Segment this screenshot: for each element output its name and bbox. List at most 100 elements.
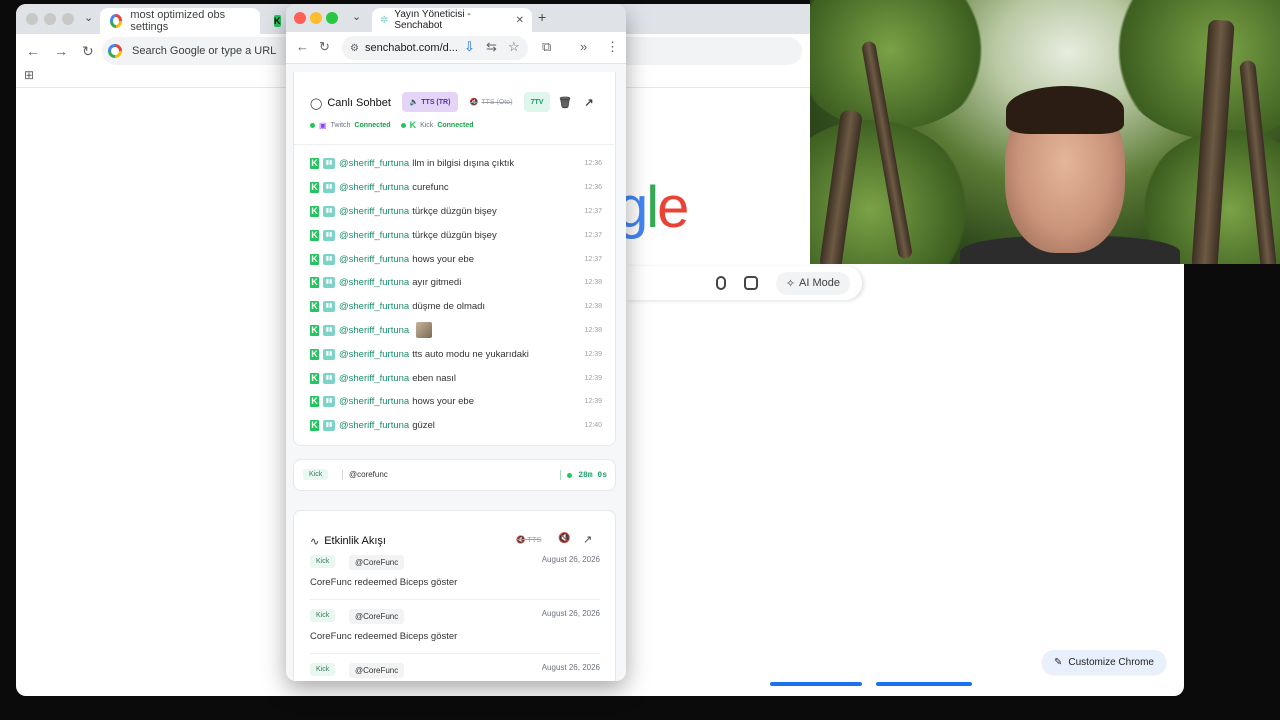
connection-status-row: ▣ Twitch Connected K Kick Connected — [310, 120, 473, 130]
speaker-muted-icon: 🔇 — [469, 99, 479, 106]
chat-username[interactable]: @sheriff_furtuna — [339, 182, 409, 193]
subscriber-badge-icon: ▮▮ — [323, 348, 335, 360]
senchabot-popup-window: ⌄ ✲ Yayın Yöneticisi - Senchabot ✕ + ← ↻… — [286, 4, 626, 681]
browser-menu-icon[interactable]: ⋮ — [606, 39, 619, 55]
microphone-icon[interactable] — [715, 276, 726, 290]
chat-timestamp: 12:40 — [584, 422, 602, 430]
chat-username[interactable]: @sheriff_furtuna — [339, 349, 409, 360]
chat-timestamp: 12:39 — [584, 374, 602, 382]
pencil-icon: ✎ — [1054, 656, 1063, 668]
ai-mode-button[interactable]: ✧ AI Mode — [775, 271, 850, 295]
bookmark-star-icon[interactable]: ☆ — [508, 39, 520, 55]
popup-content: ◯ Canlı Sohbet 🔈 TTS (TR) 🔇 TTS (Oto) 7T… — [286, 64, 626, 681]
tab-senchabot[interactable]: ✲ Yayın Yöneticisi - Senchabot ✕ — [372, 8, 532, 32]
chat-timestamp: 12:36 — [584, 184, 602, 192]
maximize-window-button[interactable] — [326, 12, 338, 24]
chat-username[interactable]: @sheriff_furtuna — [339, 254, 409, 265]
maximize-window-button[interactable] — [62, 13, 74, 25]
minimize-window-button[interactable] — [44, 13, 56, 25]
external-link-icon[interactable]: ↗ — [583, 533, 592, 546]
back-icon[interactable]: ← — [26, 43, 40, 59]
chat-username[interactable]: @sheriff_furtuna — [339, 420, 409, 431]
chat-title: Canlı Sohbet — [327, 97, 391, 109]
trash-icon[interactable]: 🗑 — [558, 92, 572, 112]
platform-tag: Kick — [310, 663, 336, 676]
event-tts-label: TTS — [527, 535, 542, 544]
chat-username[interactable]: @sheriff_furtuna — [339, 325, 409, 336]
site-settings-icon[interactable]: ⚙ — [350, 43, 359, 54]
chat-message-list: K ▮▮ @sheriff_furtuna llm in bilgisi dışına… — [310, 152, 602, 438]
live-chat-card: ◯ Canlı Sohbet 🔈 TTS (TR) 🔇 TTS (Oto) 7T… — [293, 72, 616, 446]
chat-username[interactable]: @sheriff_furtuna — [339, 301, 409, 312]
popup-toolbar: ← ↻ ⚙ senchabot.com/d... ⇩ ⇆ ☆ ⧉ » ⋮ — [286, 32, 626, 64]
chat-username[interactable]: @sheriff_furtuna — [339, 396, 409, 407]
back-icon[interactable]: ← — [296, 39, 309, 54]
extensions-puzzle-icon[interactable]: ⧉ — [542, 39, 551, 55]
user-tag: @CoreFunc — [349, 609, 405, 624]
close-window-button[interactable] — [26, 13, 38, 25]
mute-speaker-icon[interactable]: 🔇 — [558, 533, 570, 544]
event-tts-toggle[interactable]: 🔇 TTS — [516, 535, 541, 544]
tab-search-chevron-icon[interactable]: ⌄ — [352, 10, 361, 23]
chat-text: hows your ebe — [412, 253, 474, 265]
event-date: August 26, 2026 — [541, 555, 600, 564]
subscriber-badge-icon: ▮▮ — [323, 277, 335, 289]
kick-platform-icon: K — [310, 182, 319, 194]
forward-icon[interactable]: → — [54, 43, 68, 59]
google-search-box[interactable]: ✧ AI Mode — [626, 266, 862, 300]
tab-search-chevron-icon[interactable]: ⌄ — [84, 11, 93, 24]
chat-timestamp: 12:39 — [584, 350, 602, 358]
install-app-icon[interactable]: ⇩ — [464, 39, 475, 55]
kick-icon: K — [409, 120, 417, 130]
chat-username[interactable]: @sheriff_furtuna — [339, 158, 409, 169]
close-window-button[interactable] — [294, 12, 306, 24]
chat-username[interactable]: @sheriff_furtuna — [339, 277, 409, 288]
google-favicon-icon — [110, 14, 123, 28]
shortcut-bar — [770, 682, 862, 686]
close-tab-icon[interactable]: ✕ — [516, 15, 524, 26]
chat-username[interactable]: @sheriff_furtuna — [339, 230, 409, 241]
status-dot — [400, 122, 406, 128]
chat-message: K ▮▮ @sheriff_furtuna türkçe düzgün bişey 12… — [310, 200, 602, 224]
separator — [342, 470, 343, 480]
platform-name: Twitch — [330, 121, 351, 129]
chat-message: K ▮▮ @sheriff_furtuna eben nasıl 12:39 — [310, 366, 602, 390]
reload-icon[interactable]: ↻ — [319, 39, 330, 55]
apps-grid-icon[interactable]: ⊞ — [24, 68, 34, 82]
chat-timestamp: 12:36 — [584, 160, 602, 168]
minimize-window-button[interactable] — [310, 12, 322, 24]
chat-text: eben nasıl — [412, 372, 457, 384]
chat-timestamp: 12:38 — [584, 326, 602, 334]
ai-mode-label: AI Mode — [799, 277, 840, 289]
platform-tag: Kick — [310, 609, 336, 622]
chat-username[interactable]: @sheriff_furtuna — [339, 373, 409, 384]
tts-tr-toggle[interactable]: 🔈 TTS (TR) — [402, 92, 458, 112]
chat-text: ayır gitmedi — [412, 277, 462, 289]
kick-favicon-icon: K — [274, 15, 281, 27]
tts-auto-toggle[interactable]: 🔇 TTS (Oto) — [464, 92, 518, 112]
platform-tag: Kick — [303, 469, 329, 480]
new-tab-icon[interactable]: + — [538, 9, 546, 25]
address-bar[interactable]: ⚙ senchabot.com/d... — [342, 36, 528, 60]
chat-username[interactable]: @sheriff_furtuna — [339, 206, 409, 217]
external-link-icon[interactable]: ↗ — [582, 92, 596, 112]
translate-icon[interactable]: ⇆ — [486, 39, 497, 55]
more-extensions-chevron-icon[interactable]: » — [580, 39, 587, 54]
chat-timestamp: 12:37 — [584, 207, 602, 215]
chat-message: K ▮▮ @sheriff_furtuna düşme de olmadı 12:38 — [310, 295, 602, 319]
tab-title: Yayın Yöneticisi - Senchabot — [394, 9, 471, 31]
customize-chrome-button[interactable]: ✎ Customize Chrome — [1042, 650, 1166, 674]
reload-icon[interactable]: ↻ — [82, 43, 94, 60]
chat-message: K ▮▮ @sheriff_furtuna 12:38 — [310, 319, 602, 343]
google-lens-icon[interactable] — [743, 276, 758, 290]
tab-obs-settings[interactable]: most optimized obs settings — [100, 8, 260, 34]
chat-message: K ▮▮ @sheriff_furtuna hows your ebe 12:37 — [310, 247, 602, 271]
seventv-toggle[interactable]: 7TV — [524, 92, 550, 112]
uptime-indicator: 28m 0s — [560, 470, 607, 480]
event-feed-card: ∿ Etkinlik Akışı 🔇 TTS 🔇 ↗ Kick @CoreFun… — [293, 510, 616, 681]
stream-status-card: Kick @corefunc 28m 0s — [293, 459, 616, 491]
user-tag: @CoreFunc — [349, 663, 405, 678]
user-tag: @CoreFunc — [349, 555, 405, 570]
subscriber-badge-icon: ▮▮ — [323, 396, 335, 408]
chat-emote-image — [416, 322, 433, 339]
